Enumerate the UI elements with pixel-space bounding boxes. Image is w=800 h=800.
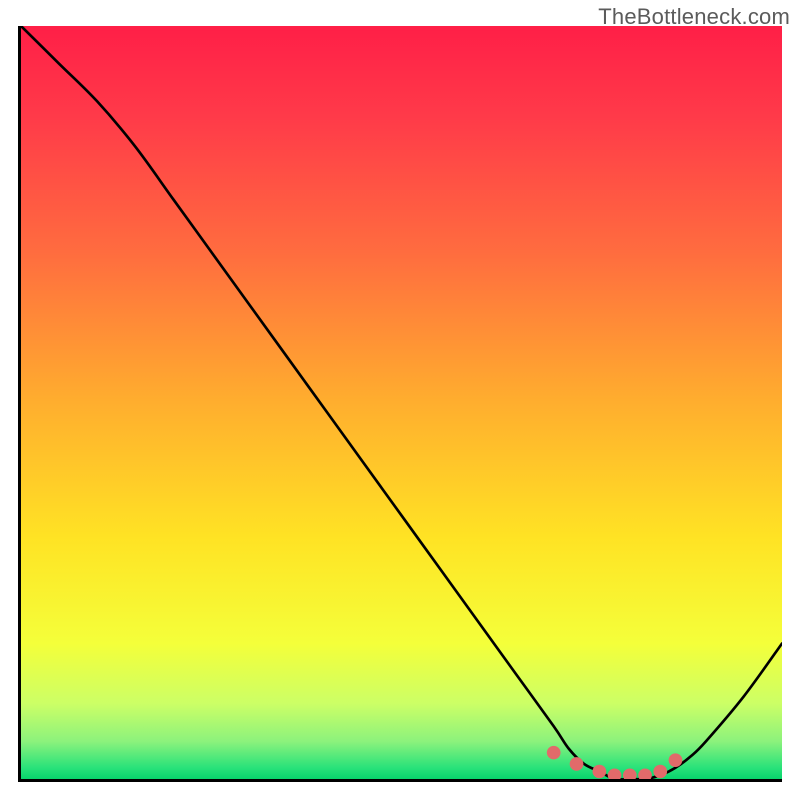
marker-dot <box>623 768 637 779</box>
bottom-markers <box>547 746 682 779</box>
bottleneck-curve <box>21 26 782 779</box>
marker-dot <box>669 753 683 767</box>
marker-dot <box>608 768 622 779</box>
marker-dot <box>570 757 584 771</box>
marker-dot <box>638 768 652 779</box>
marker-dot <box>593 765 607 779</box>
curve-layer <box>21 26 782 779</box>
plot-area <box>18 26 782 782</box>
marker-dot <box>547 746 561 760</box>
chart-frame: TheBottleneck.com <box>0 0 800 800</box>
marker-dot <box>653 765 667 779</box>
